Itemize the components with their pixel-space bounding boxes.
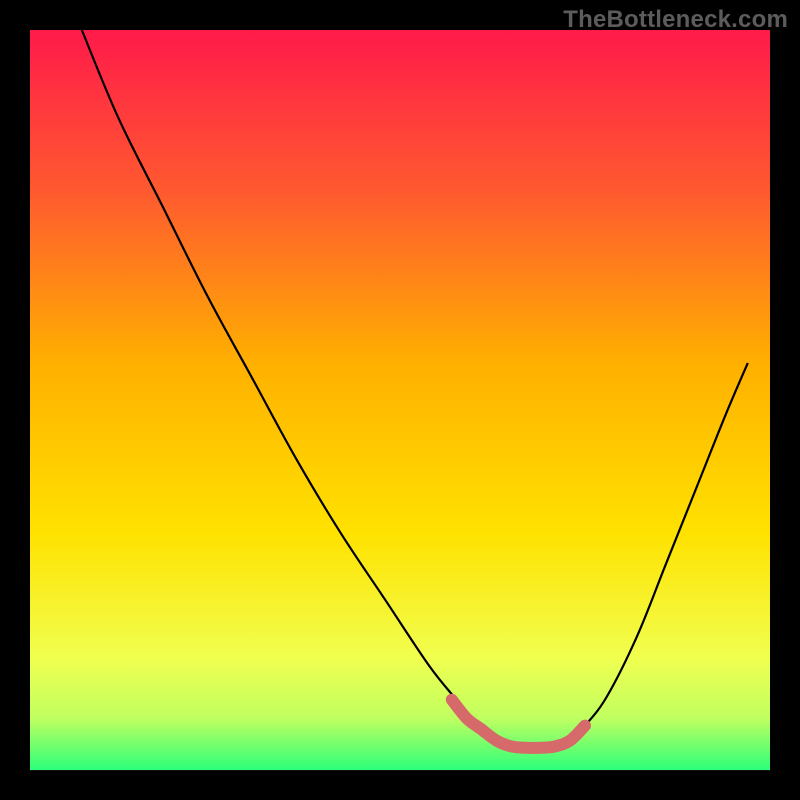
chart-frame: TheBottleneck.com (0, 0, 800, 800)
watermark-text: TheBottleneck.com (563, 6, 788, 34)
bottleneck-chart (0, 0, 800, 800)
plot-background-gradient (30, 30, 770, 770)
